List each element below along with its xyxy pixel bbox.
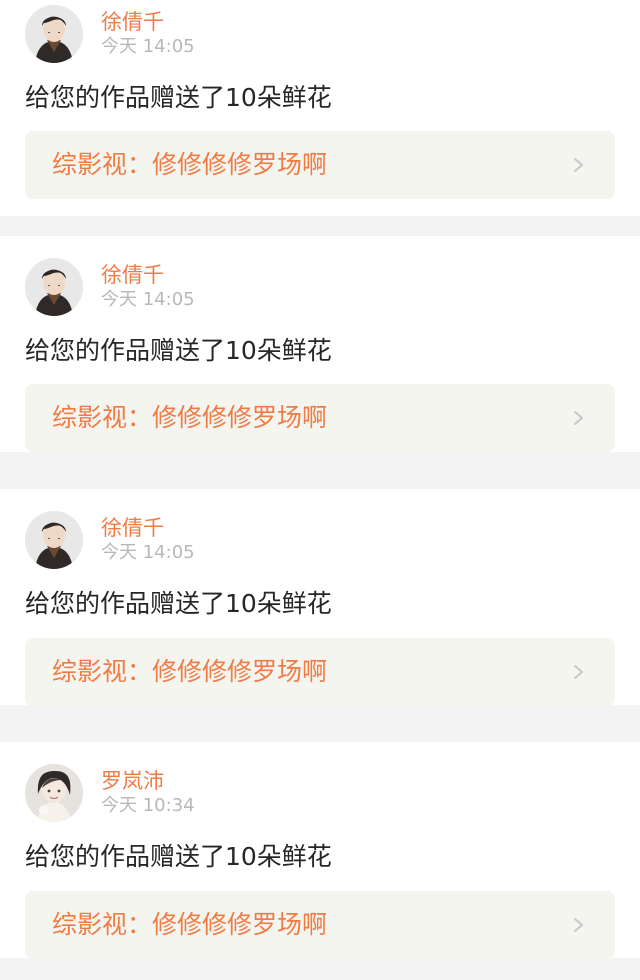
- work-link-card[interactable]: 综影视：修修修修罗场啊: [25, 891, 615, 959]
- gift-message: 给您的作品赠送了10朵鲜花: [25, 83, 332, 112]
- gift-message: 给您的作品赠送了10朵鲜花: [25, 589, 332, 618]
- work-link-card[interactable]: 综影视：修修修修罗场啊: [25, 638, 615, 706]
- gift-notification-card: 徐倩千 今天 14:05 给您的作品赠送了10朵鲜花 综影视：修修修修罗场啊: [0, 236, 640, 452]
- notification-feed: 徐倩千 今天 14:05 给您的作品赠送了10朵鲜花 综影视：修修修修罗场啊 徐…: [0, 0, 640, 980]
- timestamp: 今天 14:05: [101, 542, 195, 563]
- timestamp: 今天 14:05: [101, 289, 195, 310]
- chevron-right-icon: [573, 664, 584, 680]
- chevron-right-icon: [573, 917, 584, 933]
- timestamp: 今天 10:34: [101, 795, 195, 816]
- user-avatar[interactable]: [25, 258, 83, 316]
- male-avatar-icon: [25, 5, 83, 63]
- user-avatar[interactable]: [25, 5, 83, 63]
- user-avatar[interactable]: [25, 511, 83, 569]
- work-link-card[interactable]: 综影视：修修修修罗场啊: [25, 131, 615, 199]
- user-name[interactable]: 罗岚沛: [101, 769, 164, 793]
- user-name[interactable]: 徐倩千: [101, 10, 164, 34]
- work-title: 综影视：修修修修罗场啊: [52, 657, 328, 686]
- gift-notification-card: 徐倩千 今天 14:05 给您的作品赠送了10朵鲜花 综影视：修修修修罗场啊: [0, 489, 640, 706]
- gift-message: 给您的作品赠送了10朵鲜花: [25, 336, 332, 365]
- user-name[interactable]: 徐倩千: [101, 263, 164, 287]
- timestamp: 今天 14:05: [101, 36, 195, 57]
- female-avatar-icon: [25, 764, 83, 822]
- work-title: 综影视：修修修修罗场啊: [52, 150, 328, 179]
- gift-message: 给您的作品赠送了10朵鲜花: [25, 842, 332, 871]
- male-avatar-icon: [25, 258, 83, 316]
- gift-notification-card: 徐倩千 今天 14:05 给您的作品赠送了10朵鲜花 综影视：修修修修罗场啊: [0, 0, 640, 216]
- chevron-right-icon: [573, 410, 584, 426]
- work-link-card[interactable]: 综影视：修修修修罗场啊: [25, 384, 615, 452]
- chevron-right-icon: [573, 157, 584, 173]
- gift-notification-card: 罗岚沛 今天 10:34 给您的作品赠送了10朵鲜花 综影视：修修修修罗场啊: [0, 742, 640, 959]
- work-title: 综影视：修修修修罗场啊: [52, 403, 328, 432]
- user-name[interactable]: 徐倩千: [101, 516, 164, 540]
- work-title: 综影视：修修修修罗场啊: [52, 910, 328, 939]
- male-avatar-icon: [25, 511, 83, 569]
- user-avatar[interactable]: [25, 764, 83, 822]
